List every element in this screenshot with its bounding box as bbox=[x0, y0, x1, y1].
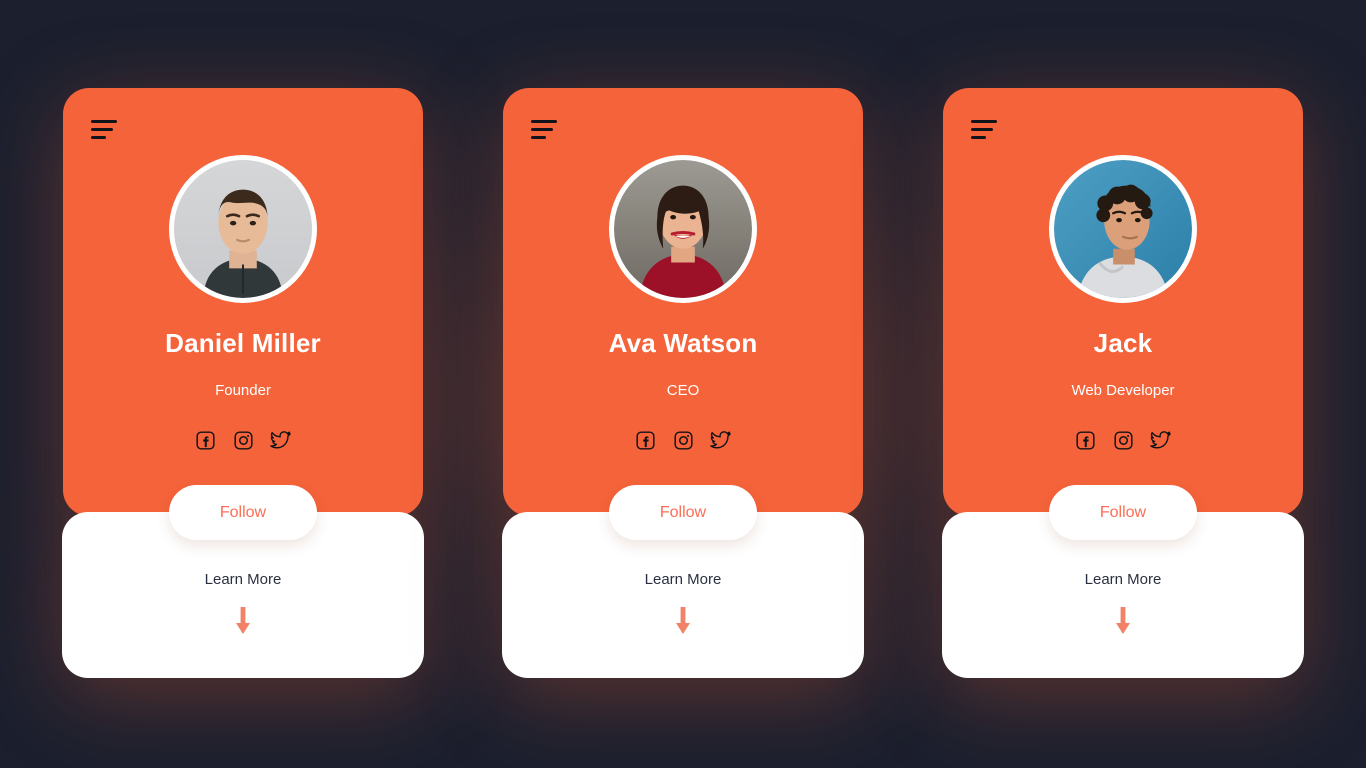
social-links bbox=[503, 428, 863, 452]
menu-bar-3 bbox=[91, 136, 106, 139]
menu-bar-2 bbox=[91, 128, 113, 131]
instagram-icon[interactable] bbox=[671, 428, 695, 452]
menu-bar-2 bbox=[531, 128, 553, 131]
avatar bbox=[169, 155, 317, 303]
hamburger-menu-icon[interactable] bbox=[971, 120, 1001, 144]
instagram-icon[interactable] bbox=[231, 428, 255, 452]
follow-button[interactable]: Follow bbox=[609, 485, 757, 540]
menu-bar-3 bbox=[971, 136, 986, 139]
person-role: Web Developer bbox=[1071, 382, 1175, 399]
person-name: Ava Watson bbox=[608, 328, 758, 358]
person-name: Daniel Miller bbox=[165, 328, 321, 358]
menu-bar-1 bbox=[971, 120, 997, 123]
twitter-icon[interactable] bbox=[709, 428, 733, 452]
avatar bbox=[609, 155, 757, 303]
social-links bbox=[63, 428, 423, 452]
person-role: CEO bbox=[666, 382, 700, 399]
instagram-icon[interactable] bbox=[1111, 428, 1135, 452]
page-root: Daniel Miller Founder Follow Learn More … bbox=[0, 0, 1366, 768]
arrow-down-icon[interactable] bbox=[1115, 607, 1131, 635]
profile-card: Ava Watson CEO Follow Learn More bbox=[502, 88, 864, 678]
avatar bbox=[1049, 155, 1197, 303]
arrow-down-icon[interactable] bbox=[235, 607, 251, 635]
profile-cards-row: Daniel Miller Founder Follow Learn More … bbox=[0, 88, 1366, 678]
hamburger-menu-icon[interactable] bbox=[531, 120, 561, 144]
menu-bar-3 bbox=[531, 136, 546, 139]
person-role: Founder bbox=[215, 382, 271, 399]
social-links bbox=[943, 428, 1303, 452]
avatar-image bbox=[1054, 160, 1192, 298]
follow-button[interactable]: Follow bbox=[169, 485, 317, 540]
avatar-image bbox=[614, 160, 752, 298]
facebook-icon[interactable] bbox=[1073, 428, 1097, 452]
profile-card: Daniel Miller Founder Follow Learn More bbox=[62, 88, 424, 678]
follow-button[interactable]: Follow bbox=[1049, 485, 1197, 540]
menu-bar-2 bbox=[971, 128, 993, 131]
learn-more-link[interactable]: Learn More bbox=[943, 571, 1303, 588]
arrow-down-icon[interactable] bbox=[675, 607, 691, 635]
twitter-icon[interactable] bbox=[269, 428, 293, 452]
menu-bar-1 bbox=[91, 120, 117, 123]
profile-card: Jack Web Developer Follow Learn More bbox=[942, 88, 1304, 678]
twitter-icon[interactable] bbox=[1149, 428, 1173, 452]
person-name: Jack bbox=[1093, 328, 1153, 358]
learn-more-link[interactable]: Learn More bbox=[63, 571, 423, 588]
avatar-image bbox=[174, 160, 312, 298]
learn-more-link[interactable]: Learn More bbox=[503, 571, 863, 588]
facebook-icon[interactable] bbox=[633, 428, 657, 452]
hamburger-menu-icon[interactable] bbox=[91, 120, 121, 144]
menu-bar-1 bbox=[531, 120, 557, 123]
facebook-icon[interactable] bbox=[193, 428, 217, 452]
